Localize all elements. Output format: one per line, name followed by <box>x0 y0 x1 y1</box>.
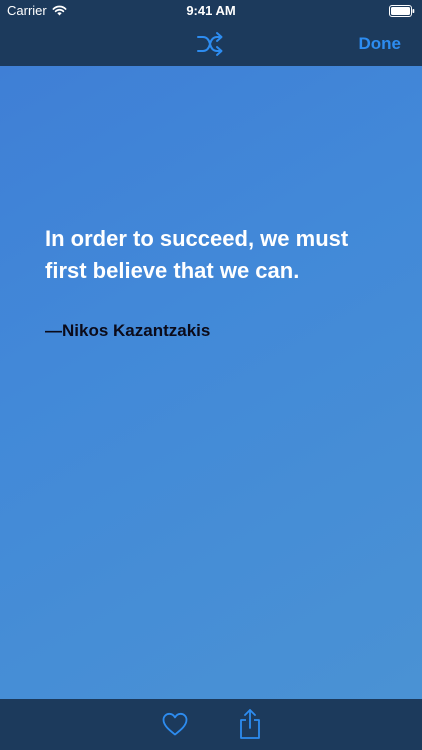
status-time: 9:41 AM <box>186 3 236 18</box>
shuffle-button[interactable] <box>196 31 224 57</box>
status-bar: Carrier 9:41 AM <box>0 0 422 22</box>
shuffle-icon <box>197 32 223 56</box>
quote-area: In order to succeed, we must first belie… <box>0 66 422 699</box>
quote-text: In order to succeed, we must first belie… <box>45 226 349 283</box>
quote-author: —Nikos Kazantzakis <box>45 321 211 340</box>
share-button[interactable] <box>238 708 262 740</box>
favorite-button[interactable] <box>161 711 189 737</box>
share-icon <box>240 709 260 739</box>
bottom-toolbar <box>0 699 422 750</box>
navigation-bar: Done <box>0 22 422 66</box>
heart-icon <box>162 712 188 736</box>
battery-icon <box>389 5 415 17</box>
quote-screen: Carrier 9:41 AM Done In order to succeed… <box>0 0 422 750</box>
done-button[interactable]: Done <box>359 34 402 54</box>
